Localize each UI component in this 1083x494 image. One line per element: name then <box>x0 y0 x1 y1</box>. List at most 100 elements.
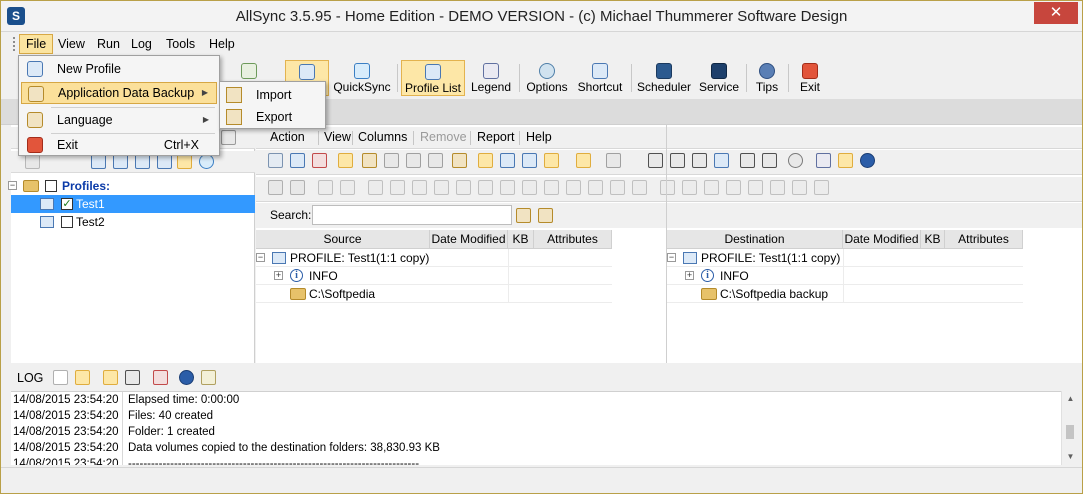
service-button[interactable]: Service <box>697 60 741 96</box>
log-wrap-icon[interactable] <box>103 370 118 385</box>
dest-copy-icon[interactable] <box>726 180 741 195</box>
search-source-icon[interactable] <box>516 208 531 223</box>
search-dest-icon[interactable] <box>538 208 553 223</box>
options-button[interactable]: Options <box>523 60 571 96</box>
sync-settings-icon[interactable] <box>500 153 515 168</box>
file-sync-icon[interactable] <box>478 180 493 195</box>
collapse-icon[interactable]: − <box>667 253 676 262</box>
profile-checkbox-test1[interactable]: ✓ <box>61 198 73 210</box>
tree-item-test1[interactable]: ✓ Test1 <box>11 195 255 213</box>
printer-alt-icon[interactable] <box>762 153 777 168</box>
filter-edit-icon[interactable] <box>290 180 305 195</box>
split-view-icon[interactable] <box>670 153 685 168</box>
grid-splitter[interactable] <box>666 125 667 363</box>
profile-menu-remove[interactable]: Remove <box>420 130 467 144</box>
profile-menu-columns[interactable]: Columns <box>358 130 407 144</box>
log-window-icon[interactable] <box>125 370 140 385</box>
profile-list-button[interactable]: Profile List <box>401 60 465 96</box>
restore-window-icon[interactable] <box>648 153 663 168</box>
profile-icon-c[interactable] <box>135 154 150 169</box>
file-copy-icon[interactable] <box>456 180 471 195</box>
log-delete-icon[interactable] <box>153 370 168 385</box>
printer-icon[interactable] <box>740 153 755 168</box>
scroll-up-icon[interactable]: ▲ <box>1062 391 1079 407</box>
log-clear-icon[interactable] <box>53 370 68 385</box>
attributes-view-icon[interactable] <box>576 153 591 168</box>
dest-folder-row[interactable]: C:\Softpedia backup <box>667 285 1023 303</box>
refresh-icon[interactable] <box>199 154 214 169</box>
move-right-icon[interactable] <box>390 180 405 195</box>
quicksync-button[interactable]: QuickSync <box>331 60 393 96</box>
attributes-column-header[interactable]: Attributes <box>534 230 612 249</box>
dest-profile-row[interactable]: − PROFILE: Test1 (1:1 copy) <box>667 249 1023 267</box>
filter-folder-icon[interactable] <box>478 153 493 168</box>
warning-icon[interactable] <box>75 370 90 385</box>
source-info-row[interactable]: + i INFO <box>256 267 612 285</box>
source-profile-row[interactable]: − PROFILE: Test1 (1:1 copy) <box>256 249 612 267</box>
profile-icon-d[interactable] <box>157 154 172 169</box>
menu-log[interactable]: Log <box>125 34 158 54</box>
file-menu-new-profile[interactable]: New Profile <box>21 58 217 80</box>
copy-icon[interactable] <box>318 180 333 195</box>
root-checkbox[interactable] <box>45 180 57 192</box>
menu-file[interactable]: File <box>19 34 54 54</box>
help-icon[interactable] <box>860 153 875 168</box>
menu-view[interactable]: View <box>52 34 91 54</box>
shortcut-button[interactable]: Shortcut <box>575 60 625 96</box>
layout-icon[interactable] <box>714 153 729 168</box>
export-icon[interactable] <box>406 153 421 168</box>
log-scrollbar[interactable]: ▲ ▼ <box>1061 391 1078 465</box>
folder-icon[interactable] <box>452 153 467 168</box>
dest-info-row[interactable]: + i INFO <box>667 267 1023 285</box>
file-move-icon[interactable] <box>610 180 625 195</box>
dest-delete-icon[interactable] <box>770 180 785 195</box>
tree-root[interactable]: − Profiles: <box>8 177 255 195</box>
compare-icon[interactable] <box>290 153 305 168</box>
dest-file-icon[interactable] <box>660 180 675 195</box>
profile-filter-icon[interactable] <box>177 154 192 169</box>
settings-icon[interactable] <box>788 153 803 168</box>
log-report-icon[interactable] <box>201 370 216 385</box>
notes-icon[interactable] <box>838 153 853 168</box>
file-icon[interactable] <box>368 180 383 195</box>
new-profile-icon[interactable] <box>25 154 40 169</box>
backup-export-item[interactable]: Export <box>222 106 323 128</box>
expand-icon[interactable]: + <box>274 271 283 280</box>
scroll-down-icon[interactable]: ▼ <box>1062 449 1079 465</box>
file-open-icon[interactable] <box>588 180 603 195</box>
log-help-icon[interactable] <box>179 370 194 385</box>
menu-tools[interactable]: Tools <box>160 34 201 54</box>
kb-view-icon[interactable] <box>544 153 559 168</box>
copy-all-icon[interactable] <box>340 180 355 195</box>
file-menu-exit[interactable]: Exit Ctrl+X <box>21 134 217 156</box>
expand-icon[interactable]: + <box>685 271 694 280</box>
exit-toolbar-button[interactable]: Exit <box>793 60 827 96</box>
dest-attributes-column-header[interactable]: Attributes <box>945 230 1023 249</box>
info-icon[interactable] <box>816 153 831 168</box>
profile-menu-view[interactable]: View <box>324 130 351 144</box>
preview-icon[interactable] <box>268 153 283 168</box>
file-new-icon[interactable] <box>434 180 449 195</box>
scheduler-button[interactable]: Scheduler <box>635 60 693 96</box>
tips-button[interactable]: Tips <box>751 60 783 96</box>
delete-profile-icon[interactable] <box>221 130 236 145</box>
profile-menu-help[interactable]: Help <box>526 130 552 144</box>
kb-column-header[interactable]: KB <box>508 230 534 249</box>
exclude-icon[interactable] <box>606 153 621 168</box>
file-menu-language[interactable]: Language ▶ <box>21 109 217 131</box>
import-icon[interactable] <box>428 153 443 168</box>
log-list[interactable]: 14/08/2015 23:54:20 Elapsed time: 0:00:0… <box>11 391 1061 465</box>
filter-icon[interactable] <box>268 180 283 195</box>
close-window-button[interactable]: ✕ <box>1034 2 1078 24</box>
date-modified-column-header[interactable]: Date Modified <box>430 230 508 249</box>
file-query-icon[interactable] <box>544 180 559 195</box>
collapse-icon[interactable]: − <box>256 253 265 262</box>
legend-button[interactable]: Legend <box>468 60 514 96</box>
tree-item-test2[interactable]: Test2 <box>11 213 255 231</box>
source-column-header[interactable]: Source <box>256 230 430 249</box>
profile-menu-report[interactable]: Report <box>477 130 515 144</box>
print-icon[interactable] <box>384 153 399 168</box>
menu-help[interactable]: Help <box>203 34 241 54</box>
file-compare-icon[interactable] <box>632 180 647 195</box>
open-folder-icon[interactable] <box>362 153 377 168</box>
